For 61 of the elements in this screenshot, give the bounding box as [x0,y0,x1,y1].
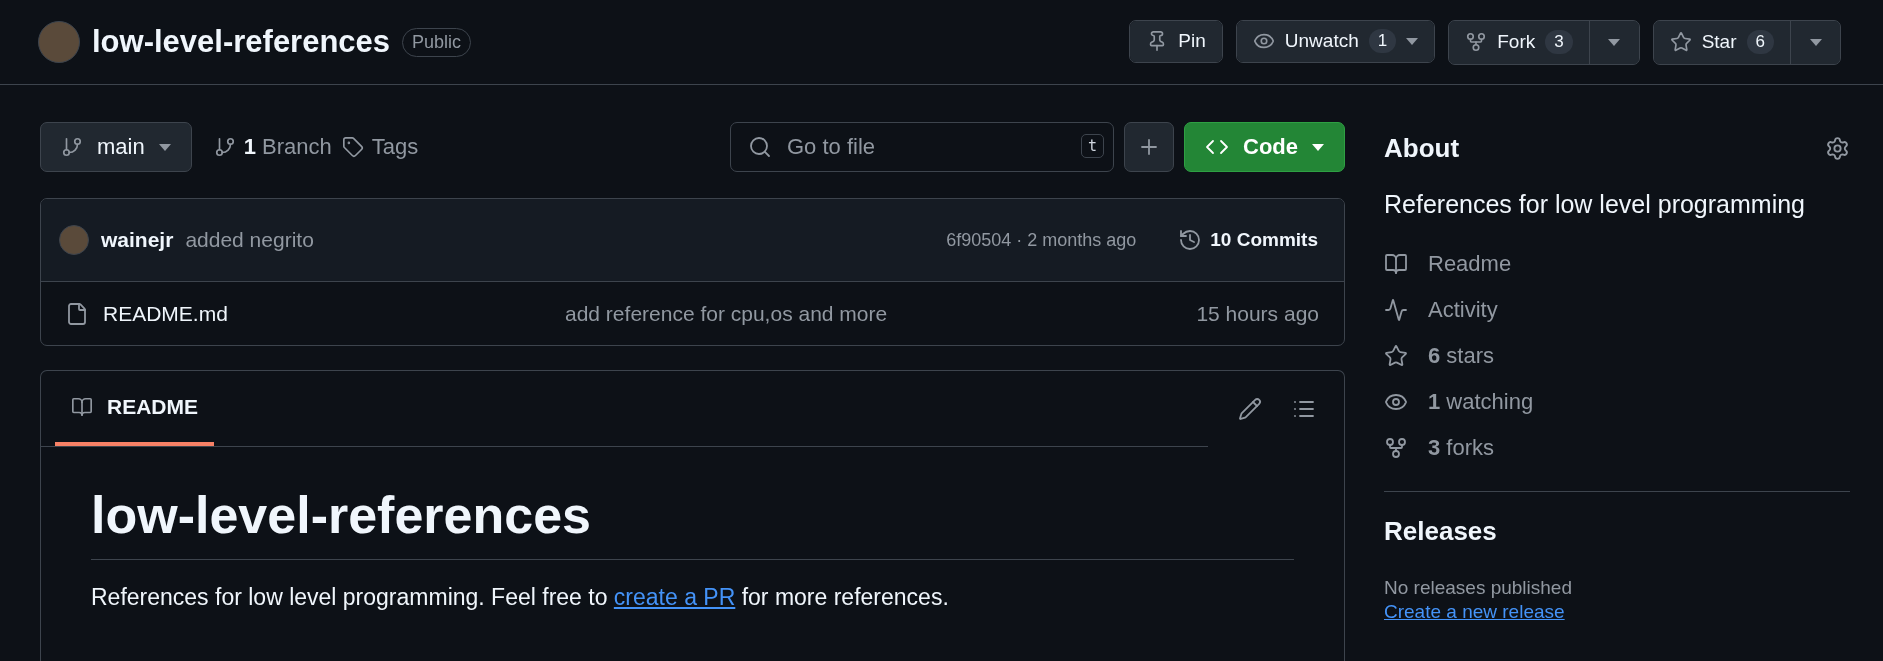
fork-icon [1465,31,1488,53]
counter: 6 [1746,30,1774,54]
dropdown-button[interactable] [1588,20,1639,64]
pin-button[interactable]: Pin [1129,19,1223,63]
button-label: Star [1701,31,1737,53]
commit-meta: 6f90504 · 2 months ago [946,229,1137,251]
star-icon [1384,344,1408,368]
branches-link[interactable]: 1 Branch [213,134,332,160]
about-link[interactable]: 1 watching [1384,379,1850,425]
tag-icon [341,136,364,158]
file-time: 15 hours ago [1196,301,1319,326]
readme-paragraph: References for low level programming. Feel free to create a PR for more references. [91,584,950,611]
edit-icon [1238,397,1262,421]
releases-heading: Releases [1384,516,1498,547]
pulse-icon [1384,298,1408,322]
commit-message: added negrito [185,228,314,252]
history-icon [1178,228,1203,252]
watch-button[interactable]: Unwatch 1 [1235,19,1436,63]
repo-description: References for low level programming [1384,190,1806,219]
book-icon [71,395,93,418]
search-icon [748,135,772,159]
about-link[interactable]: 6 stars [1384,333,1850,379]
counter: 3 [1545,30,1573,54]
about-link[interactable]: 3 forks [1384,425,1850,471]
caret-icon [1406,37,1419,45]
button-label: Pin [1178,30,1206,52]
about-link[interactable]: Activity [1384,287,1850,333]
add-file-button[interactable] [1124,122,1174,172]
about-heading: About [1384,133,1460,164]
file-icon [65,301,89,326]
file-commit-message: add reference for cpu,os and more [565,301,889,326]
readme-tab[interactable]: README [55,371,214,446]
branch-icon [213,136,236,158]
shortcut-key: t [1080,134,1104,158]
releases-note: No releases published [1384,577,1573,599]
file-name[interactable]: README.md [103,301,228,326]
caret-icon [1312,143,1324,151]
commits-link[interactable]: 10 Commits [1170,228,1326,252]
dropdown-button[interactable] [1790,20,1840,64]
counter: 1 [1368,29,1397,53]
avatar[interactable] [59,225,89,255]
branch-select[interactable]: main [40,122,192,172]
settings-icon [1825,136,1850,161]
star-icon [1669,31,1692,53]
commit-author[interactable]: wainejr [101,228,174,252]
caret-icon [1608,38,1621,46]
about-link[interactable]: Readme [1384,241,1850,287]
create-pr-link[interactable]: create a PR [613,584,736,610]
caret-icon [1809,38,1822,46]
button-label: Fork [1497,31,1536,53]
avatar[interactable] [38,21,80,63]
branch-icon [61,136,83,158]
button-label: Unwatch [1284,30,1359,52]
create-release-link[interactable]: Create a new release [1384,601,1565,622]
book-icon [1384,252,1408,276]
repo-title[interactable]: low-level-references [92,24,391,60]
code-button[interactable]: Code [1184,122,1345,172]
tags-link[interactable]: Tags [341,134,419,160]
readme-heading: low-level-references [91,485,1294,560]
fork-icon [1384,436,1408,460]
caret-icon [158,143,171,151]
